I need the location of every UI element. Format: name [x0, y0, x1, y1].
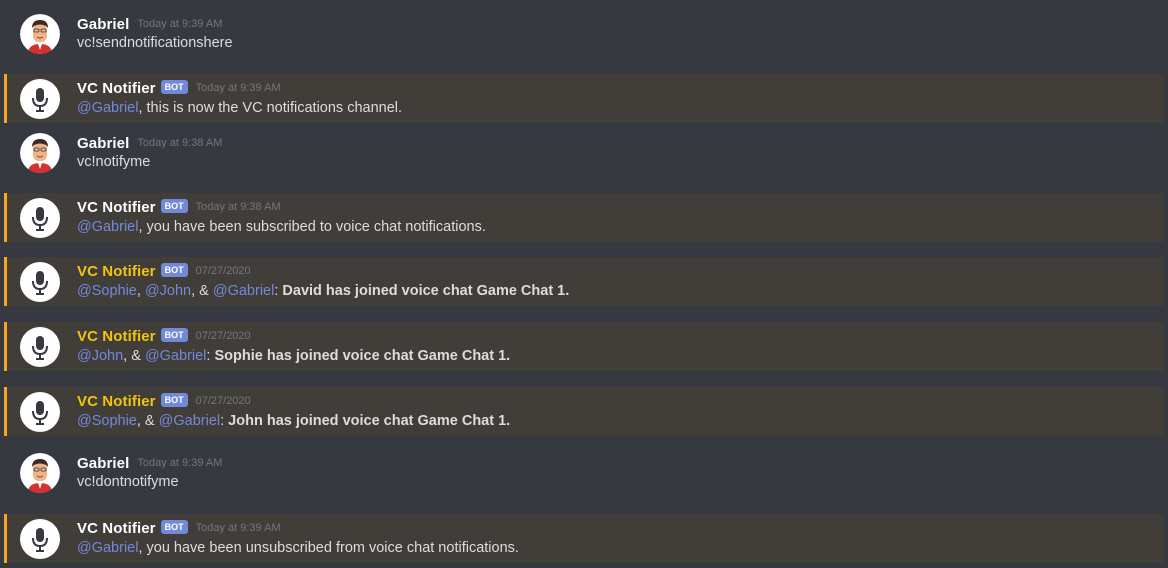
- timestamp[interactable]: Today at 9:39 AM: [196, 82, 281, 94]
- message-content: @John, & @Gabriel: Sophie has joined voi…: [77, 348, 510, 364]
- username[interactable]: VC Notifier: [77, 520, 156, 537]
- separator: ,: [136, 283, 145, 299]
- separator: , &: [123, 348, 145, 364]
- timestamp[interactable]: Today at 9:39 AM: [137, 457, 222, 469]
- message-text: , you have been subscribed to voice chat…: [138, 219, 486, 235]
- message: Gabriel Today at 9:38 AM vc!notifyme: [4, 133, 1164, 183]
- microphone-icon: [32, 88, 48, 112]
- message-header: VC Notifier BOT Today at 9:38 AM: [77, 197, 281, 217]
- message-content: @Gabriel, you have been unsubscribed fro…: [77, 540, 519, 556]
- message-header: Gabriel Today at 9:39 AM: [77, 453, 222, 473]
- user-mention[interactable]: @Gabriel: [77, 540, 138, 556]
- username[interactable]: VC Notifier: [77, 393, 156, 410]
- message-header: VC Notifier BOT 07/27/2020: [77, 391, 251, 411]
- microphone-icon: [32, 528, 48, 552]
- microphone-icon: [32, 207, 48, 231]
- username[interactable]: VC Notifier: [77, 80, 156, 97]
- message: VC Notifier BOT 07/27/2020 @John, & @Gab…: [4, 322, 1164, 371]
- bot-tag: BOT: [160, 328, 188, 342]
- microphone-icon: [32, 401, 48, 425]
- user-mention[interactable]: @John: [77, 348, 123, 364]
- user-mention[interactable]: @Gabriel: [77, 219, 138, 235]
- username[interactable]: VC Notifier: [77, 328, 156, 345]
- user-avatar[interactable]: [20, 14, 60, 54]
- user-mention[interactable]: @Gabriel: [213, 283, 274, 299]
- microphone-icon: [32, 336, 48, 360]
- bold-text: Sophie has joined voice chat Game Chat 1…: [214, 348, 511, 364]
- message: VC Notifier BOT 07/27/2020 @Sophie, @Joh…: [4, 257, 1164, 306]
- message-text: vc!dontnotifyme: [77, 474, 179, 490]
- user-mention[interactable]: @John: [145, 283, 191, 299]
- message: Gabriel Today at 9:39 AM vc!sendnotifica…: [4, 14, 1164, 64]
- separator: :: [220, 413, 229, 429]
- message-text: , you have been unsubscribed from voice …: [138, 540, 519, 556]
- timestamp[interactable]: Today at 9:39 AM: [137, 18, 222, 30]
- user-mention[interactable]: @Gabriel: [159, 413, 220, 429]
- message: VC Notifier BOT Today at 9:38 AM @Gabrie…: [4, 193, 1164, 242]
- bot-tag: BOT: [160, 520, 188, 534]
- separator: , &: [191, 283, 213, 299]
- user-avatar[interactable]: [20, 453, 60, 493]
- message: VC Notifier BOT Today at 9:39 AM @Gabrie…: [4, 74, 1164, 123]
- bot-avatar[interactable]: [20, 79, 60, 119]
- username[interactable]: VC Notifier: [77, 199, 156, 216]
- username[interactable]: Gabriel: [77, 16, 129, 33]
- username[interactable]: VC Notifier: [77, 263, 156, 280]
- message-content: vc!sendnotificationshere: [77, 35, 233, 51]
- bot-avatar[interactable]: [20, 198, 60, 238]
- timestamp[interactable]: 07/27/2020: [196, 330, 251, 342]
- user-mention[interactable]: @Sophie: [77, 413, 137, 429]
- message: VC Notifier BOT Today at 9:39 AM @Gabrie…: [4, 514, 1164, 563]
- message-text: , this is now the VC notifications chann…: [138, 100, 403, 116]
- user-mention[interactable]: @Gabriel: [77, 100, 138, 116]
- timestamp[interactable]: Today at 9:38 AM: [137, 137, 222, 149]
- message-content: vc!notifyme: [77, 154, 150, 170]
- message-header: VC Notifier BOT Today at 9:39 AM: [77, 518, 281, 538]
- bot-avatar[interactable]: [20, 327, 60, 367]
- separator: , &: [136, 413, 159, 429]
- timestamp[interactable]: Today at 9:39 AM: [196, 522, 281, 534]
- timestamp[interactable]: 07/27/2020: [196, 395, 251, 407]
- message-content: @Sophie, @John, & @Gabriel: David has jo…: [77, 283, 569, 299]
- user-mention[interactable]: @Gabriel: [145, 348, 206, 364]
- bot-tag: BOT: [160, 199, 188, 213]
- user-mention[interactable]: @Sophie: [77, 283, 137, 299]
- timestamp[interactable]: Today at 9:38 AM: [196, 201, 281, 213]
- message: VC Notifier BOT 07/27/2020 @Sophie, & @G…: [4, 387, 1164, 436]
- message: Gabriel Today at 9:39 AM vc!dontnotifyme: [4, 453, 1164, 503]
- bot-tag: BOT: [160, 393, 188, 407]
- username[interactable]: Gabriel: [77, 455, 129, 472]
- timestamp[interactable]: 07/27/2020: [196, 265, 251, 277]
- bold-text: John has joined voice chat Game Chat 1.: [228, 413, 511, 429]
- message-list: Gabriel Today at 9:39 AM vc!sendnotifica…: [0, 0, 1168, 568]
- message-content: @Gabriel, this is now the VC notificatio…: [77, 100, 402, 116]
- message-header: Gabriel Today at 9:39 AM: [77, 14, 222, 34]
- message-content: @Sophie, & @Gabriel: John has joined voi…: [77, 413, 510, 429]
- message-header: VC Notifier BOT 07/27/2020: [77, 326, 251, 346]
- microphone-icon: [32, 271, 48, 295]
- message-text: vc!sendnotificationshere: [77, 35, 233, 51]
- message-text: vc!notifyme: [77, 154, 151, 170]
- bold-text: David has joined voice chat Game Chat 1.: [282, 283, 570, 299]
- bot-tag: BOT: [160, 80, 188, 94]
- message-header: VC Notifier BOT 07/27/2020: [77, 261, 251, 281]
- bot-avatar[interactable]: [20, 262, 60, 302]
- bot-tag: BOT: [160, 263, 188, 277]
- bot-avatar[interactable]: [20, 392, 60, 432]
- message-header: Gabriel Today at 9:38 AM: [77, 133, 222, 153]
- message-header: VC Notifier BOT Today at 9:39 AM: [77, 78, 281, 98]
- message-content: @Gabriel, you have been subscribed to vo…: [77, 219, 486, 235]
- user-avatar[interactable]: [20, 133, 60, 173]
- bot-avatar[interactable]: [20, 519, 60, 559]
- username[interactable]: Gabriel: [77, 135, 129, 152]
- message-content: vc!dontnotifyme: [77, 474, 179, 490]
